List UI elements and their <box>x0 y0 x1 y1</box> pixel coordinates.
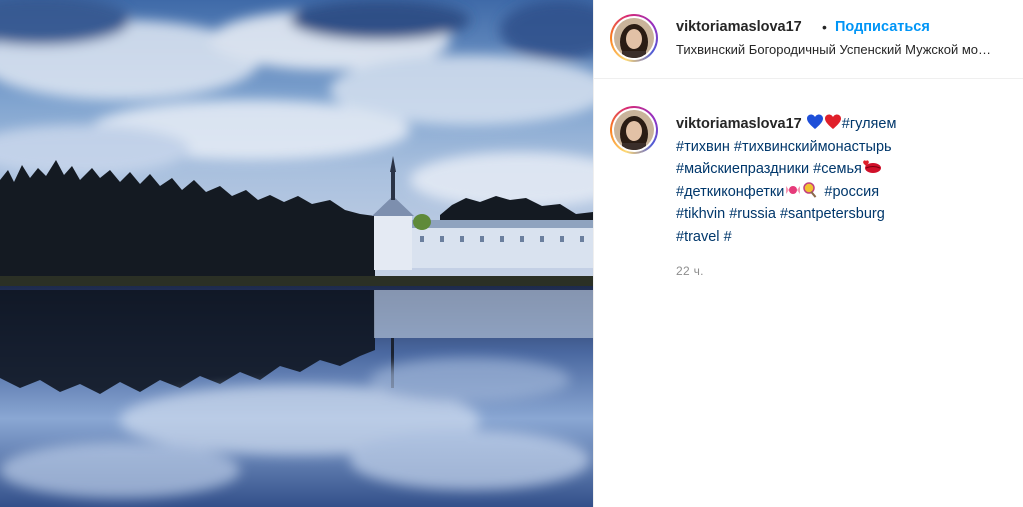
hashtag-link[interactable]: #россия <box>824 184 879 200</box>
hashtag-link[interactable]: #tikhvin <box>676 206 725 222</box>
avatar-photo-icon <box>614 110 654 150</box>
post-header: viktoriamaslova17 • Подписаться Тихвинск… <box>594 0 1023 79</box>
location-link[interactable]: Тихвинский Богородичный Успенский Мужско… <box>676 42 996 57</box>
separator-dot: • <box>822 19 827 35</box>
hashtag-link[interactable]: # <box>724 229 732 245</box>
caption-text: viktoriamaslova17 #гуляем #тихвин #тихви… <box>676 113 1006 248</box>
author-avatar[interactable] <box>610 14 658 62</box>
author-username-link[interactable]: viktoriamaslova17 <box>676 19 802 35</box>
monastery-lake-photo <box>0 0 593 507</box>
hashtag-link[interactable]: #тихвинскиймонастырь <box>734 139 892 155</box>
lollipop-icon <box>803 181 817 198</box>
blue-heart-icon <box>806 114 823 129</box>
hashtag-link[interactable]: #тихвин <box>676 139 730 155</box>
hashtag-link[interactable]: #гуляем <box>842 116 897 132</box>
kiss-lips-icon <box>863 160 881 173</box>
post-photo[interactable] <box>0 0 593 507</box>
post-side-panel: viktoriamaslova17 • Подписаться Тихвинск… <box>593 0 1023 507</box>
hashtag-link[interactable]: #santpetersburg <box>780 206 885 222</box>
red-heart-icon <box>824 114 841 129</box>
post-timestamp[interactable]: 22 ч. <box>676 264 704 278</box>
hashtag-link[interactable]: #семья <box>813 161 862 177</box>
hashtag-link[interactable]: #travel <box>676 229 720 245</box>
caption-username-link[interactable]: viktoriamaslova17 <box>676 116 802 132</box>
follow-button[interactable]: Подписаться <box>835 19 930 35</box>
hashtag-link[interactable]: #майскиепраздники <box>676 161 809 177</box>
candy-icon <box>786 185 801 194</box>
hashtag-link[interactable]: #russia <box>729 206 776 222</box>
hashtag-link[interactable]: #деткиконфетки <box>676 184 784 200</box>
caption-avatar[interactable] <box>610 106 658 154</box>
avatar-photo-icon <box>614 18 654 58</box>
